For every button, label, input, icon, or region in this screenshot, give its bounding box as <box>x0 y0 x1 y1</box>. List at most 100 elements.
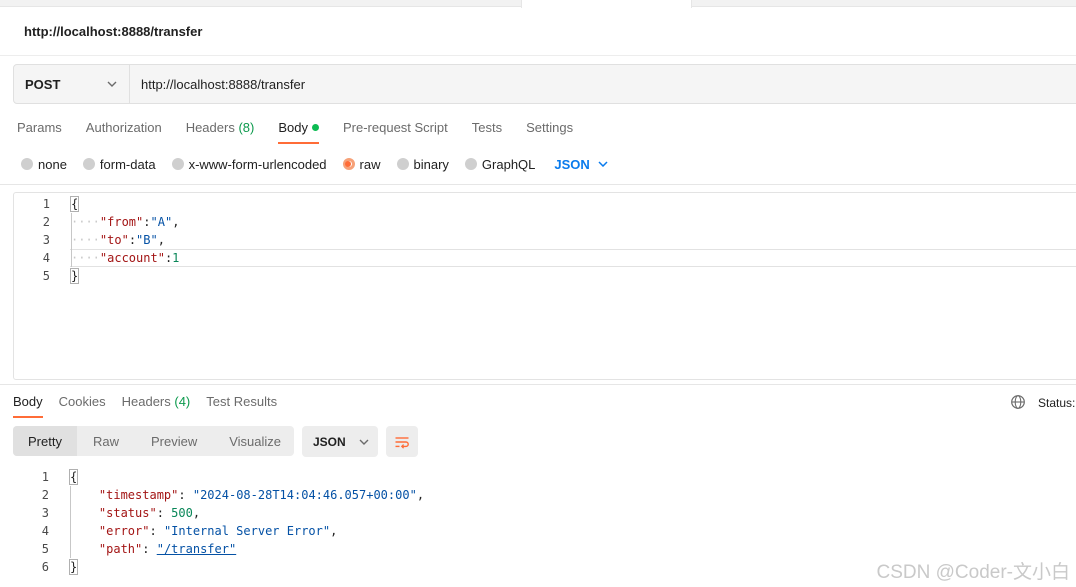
path-link[interactable]: "/transfer" <box>157 542 236 556</box>
raw-format-label: JSON <box>554 156 590 172</box>
response-tab-headers[interactable]: Headers (4) <box>122 392 191 418</box>
json-value: "2024-08-28T14:04:46.057+00:00" <box>192 488 417 502</box>
code-line: 1 { <box>14 195 1076 213</box>
active-request-tab[interactable] <box>521 0 692 8</box>
body-type-binary[interactable]: binary <box>396 156 449 172</box>
chevron-down-icon <box>598 161 608 167</box>
view-preview[interactable]: Preview <box>135 426 213 456</box>
headers-count: (8) <box>238 120 255 135</box>
url-input[interactable]: http://localhost:8888/transfer <box>130 77 305 92</box>
tab-tests[interactable]: Tests <box>472 118 502 144</box>
body-type-binary-label: binary <box>413 156 449 172</box>
response-format-select[interactable]: JSON <box>302 426 378 457</box>
tab-body[interactable]: Body <box>278 118 319 144</box>
tab-headers[interactable]: Headers (8) <box>186 118 255 144</box>
code-line: 5 } <box>14 267 1076 285</box>
body-type-graphql[interactable]: GraphQL <box>464 156 536 172</box>
tab-pre-request-script[interactable]: Pre-request Script <box>343 118 448 144</box>
line-number: 5 <box>42 269 50 283</box>
line-number: 3 <box>42 233 50 247</box>
tab-settings[interactable]: Settings <box>526 118 573 144</box>
globe-icon[interactable] <box>1010 394 1026 410</box>
response-tab-cookies[interactable]: Cookies <box>59 392 106 418</box>
json-value: 1 <box>172 251 180 265</box>
tab-body-label: Body <box>278 120 308 135</box>
line-number: 4 <box>42 251 50 265</box>
json-value: "A" <box>150 215 173 229</box>
code-line: 2 ····"from":"A", <box>14 213 1076 231</box>
radio-icon <box>464 158 477 170</box>
method-label: POST <box>25 76 61 92</box>
radio-checked-icon <box>342 158 355 170</box>
radio-icon <box>21 158 33 170</box>
radio-icon <box>171 158 184 170</box>
json-key: "status" <box>98 506 157 520</box>
code-line: 5 "path": "/transfer" <box>13 540 1076 558</box>
line-number: 5 <box>41 542 49 556</box>
view-visualize[interactable]: Visualize <box>213 426 297 456</box>
watermark: CSDN @Coder-文小白 <box>876 562 1070 583</box>
line-number: 6 <box>41 560 49 574</box>
code-line: 4 "error": "Internal Server Error", <box>13 522 1076 540</box>
json-key: "from" <box>99 215 144 229</box>
json-key: "timestamp" <box>98 488 179 502</box>
json-value: "B" <box>136 233 158 247</box>
line-number: 4 <box>41 524 49 538</box>
json-key: "to" <box>99 233 129 247</box>
url-bar: POST http://localhost:8888/transfer <box>13 64 1076 104</box>
code-line: 3 "status": 500, <box>13 504 1076 522</box>
response-format-label: JSON <box>313 434 346 449</box>
json-value: 500 <box>171 506 193 520</box>
request-body-editor[interactable]: 1 { 2 ····"from":"A", 3 ····"to":"B", 4 … <box>13 192 1076 380</box>
status-label: Status: <box>1038 396 1076 410</box>
body-type-none-label: none <box>38 156 67 172</box>
body-type-form-data-label: form-data <box>99 156 156 172</box>
close-brace: } <box>68 559 79 575</box>
response-tabs: Body Cookies Headers (4) Test Results <box>13 392 293 418</box>
response-tab-test-results[interactable]: Test Results <box>206 392 277 418</box>
view-raw[interactable]: Raw <box>77 426 135 456</box>
body-type-urlencoded-label: x-www-form-urlencoded <box>188 156 327 172</box>
tab-headers-label: Headers <box>185 120 235 135</box>
line-number: 2 <box>42 215 50 229</box>
line-number: 3 <box>41 506 49 520</box>
open-brace: { <box>69 196 80 212</box>
method-select[interactable]: POST <box>14 65 130 103</box>
json-key: "error" <box>98 524 150 538</box>
body-type-graphql-label: GraphQL <box>481 156 536 172</box>
wrap-lines-icon <box>395 436 409 449</box>
request-tabs: Params Authorization Headers (8) Body Pr… <box>17 118 597 144</box>
chevron-down-icon <box>359 439 369 445</box>
body-type-raw[interactable]: raw <box>342 156 381 172</box>
radio-icon <box>82 158 95 170</box>
body-type-form-data[interactable]: form-data <box>82 156 156 172</box>
body-type-options: none form-data x-www-form-urlencoded raw… <box>21 154 608 174</box>
code-line: 2 "timestamp": "2024-08-28T14:04:46.057+… <box>13 486 1076 504</box>
json-key: "path" <box>98 542 143 556</box>
body-type-none[interactable]: none <box>21 157 67 172</box>
response-tab-body[interactable]: Body <box>13 392 43 418</box>
body-type-raw-label: raw <box>359 156 381 172</box>
code-line: 4 ····"account":1 <box>14 249 1076 267</box>
body-options-divider <box>0 184 1076 185</box>
tab-params[interactable]: Params <box>17 118 62 144</box>
tab-authorization[interactable]: Authorization <box>86 118 162 144</box>
modified-dot-icon <box>311 124 319 131</box>
raw-format-select[interactable]: JSON <box>554 156 608 172</box>
chevron-down-icon <box>107 81 117 87</box>
response-view-toggle: Pretty Raw Preview Visualize <box>13 426 294 456</box>
body-type-urlencoded[interactable]: x-www-form-urlencoded <box>171 156 327 172</box>
request-title[interactable]: http://localhost:8888/transfer <box>24 24 202 39</box>
radio-icon <box>396 158 409 170</box>
code-line: 3 ····"to":"B", <box>14 231 1076 249</box>
response-divider <box>0 384 1076 385</box>
line-number: 1 <box>41 470 49 484</box>
view-pretty[interactable]: Pretty <box>13 426 77 456</box>
close-brace: } <box>69 268 80 284</box>
response-headers-count: (4) <box>174 394 191 409</box>
json-key: "account" <box>99 251 165 265</box>
line-number: 1 <box>42 197 50 211</box>
wrap-lines-button[interactable] <box>386 426 418 457</box>
code-line: 1 { <box>13 468 1076 486</box>
response-tab-headers-label: Headers <box>121 394 171 409</box>
